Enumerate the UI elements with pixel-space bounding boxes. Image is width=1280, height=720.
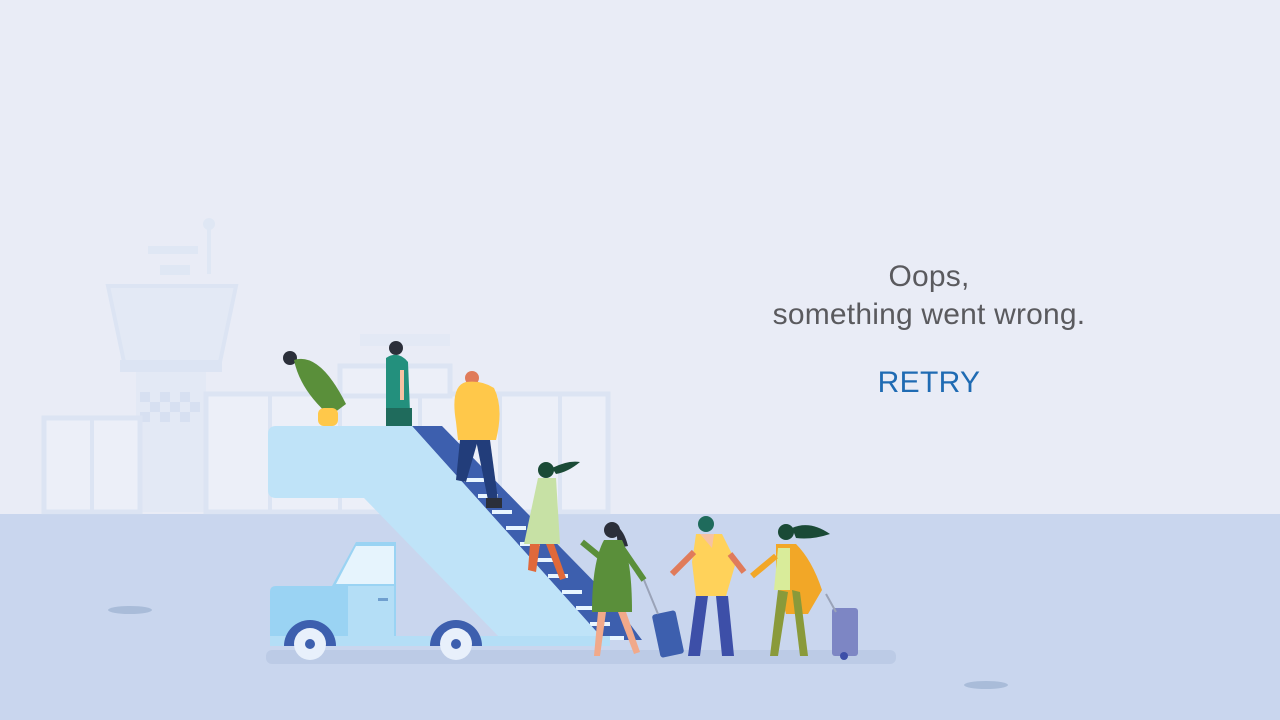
error-title: Oops, <box>888 260 970 293</box>
puddle <box>964 681 1008 689</box>
ground <box>0 514 1280 720</box>
retry-button[interactable]: RETRY <box>868 360 991 406</box>
error-message-panel: Oops, something went wrong. RETRY <box>700 258 1158 406</box>
error-subtitle: something went wrong. <box>772 298 1086 331</box>
puddle <box>108 606 152 614</box>
passenger-teal <box>386 341 412 426</box>
